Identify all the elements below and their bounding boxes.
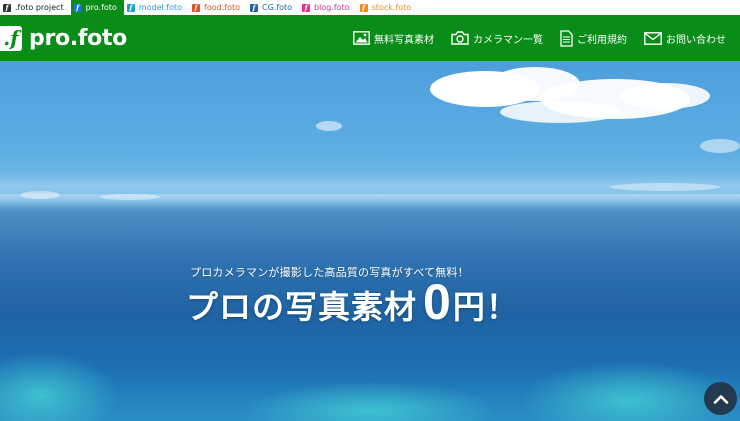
logo-mark: .f	[0, 25, 22, 51]
nav-label: カメラマン一覧	[473, 34, 543, 46]
main-nav: 無料写真素材 カメラマン一覧 ご利用規約 お問い合わせ	[336, 15, 726, 61]
chevron-up-icon	[713, 394, 728, 404]
shallow-water	[0, 351, 120, 421]
site-logo[interactable]: .f pro.foto	[0, 25, 127, 51]
site-tab[interactable]: f pro.foto	[70, 0, 124, 15]
site-tab-label: blog.foto	[314, 3, 350, 12]
site-mark-icon: f	[126, 3, 135, 12]
site-mark-icon: f	[3, 3, 11, 12]
site-tab[interactable]: f blog.foto	[299, 0, 357, 15]
site-tab[interactable]: f .foto project	[0, 0, 71, 15]
site-switcher-bar: f .foto project f pro.foto f model.foto f food.…	[0, 0, 740, 15]
nav-free-photos[interactable]: 無料写真素材	[353, 31, 434, 46]
image-icon	[353, 31, 370, 45]
hero-title-yen: 円！	[452, 288, 519, 326]
hero-title-zero: 0	[423, 274, 451, 330]
site-mark-icon: f	[359, 3, 368, 12]
nav-photographers[interactable]: カメラマン一覧	[451, 31, 543, 46]
cloud	[500, 101, 620, 123]
hero-banner: プロカメラマンが撮影した高品質の写真がすべて無料！ プロの写真素材 0 円！	[0, 61, 740, 421]
nav-contact[interactable]: お問い合わせ	[644, 31, 726, 46]
site-mark-icon: f	[250, 3, 258, 12]
cloud	[620, 83, 710, 109]
site-tab-label: pro.foto	[85, 3, 117, 12]
site-tab-label: .foto project	[15, 3, 64, 12]
site-tab-label: food.foto	[204, 3, 240, 12]
hero-title-main: プロの写真素材	[186, 288, 418, 326]
scroll-to-top-button[interactable]	[704, 382, 737, 415]
site-tab-label: CG.foto	[262, 3, 293, 12]
site-mark-icon: f	[302, 3, 311, 12]
site-tab[interactable]: f stock.foto	[357, 0, 419, 15]
shallow-water	[240, 381, 500, 421]
hero-title: プロの写真素材 0 円！	[186, 277, 519, 327]
mail-icon	[644, 31, 662, 45]
site-header: .f pro.foto 無料写真素材 カメラマン一覧 ご利用規約 お問い合わせ	[0, 15, 740, 61]
logo-text: pro.foto	[29, 25, 127, 51]
document-icon	[560, 29, 573, 47]
site-tab[interactable]: f CG.foto	[247, 0, 299, 15]
cloud	[700, 139, 740, 153]
nav-terms[interactable]: ご利用規約	[560, 29, 627, 47]
cloud	[610, 183, 720, 191]
cloud	[100, 194, 160, 200]
site-mark-icon: f	[73, 3, 82, 12]
nav-label: ご利用規約	[577, 34, 627, 46]
cloud	[316, 121, 342, 131]
site-tab-label: stock.foto	[371, 3, 412, 12]
nav-label: 無料写真素材	[374, 34, 434, 46]
site-mark-icon: f	[192, 3, 201, 12]
site-tab-label: model.foto	[138, 3, 183, 12]
site-tab[interactable]: f food.foto	[189, 0, 247, 15]
site-tab[interactable]: f model.foto	[124, 0, 189, 15]
nav-label: お問い合わせ	[666, 34, 726, 46]
cloud	[20, 191, 60, 199]
camera-icon	[451, 31, 469, 45]
